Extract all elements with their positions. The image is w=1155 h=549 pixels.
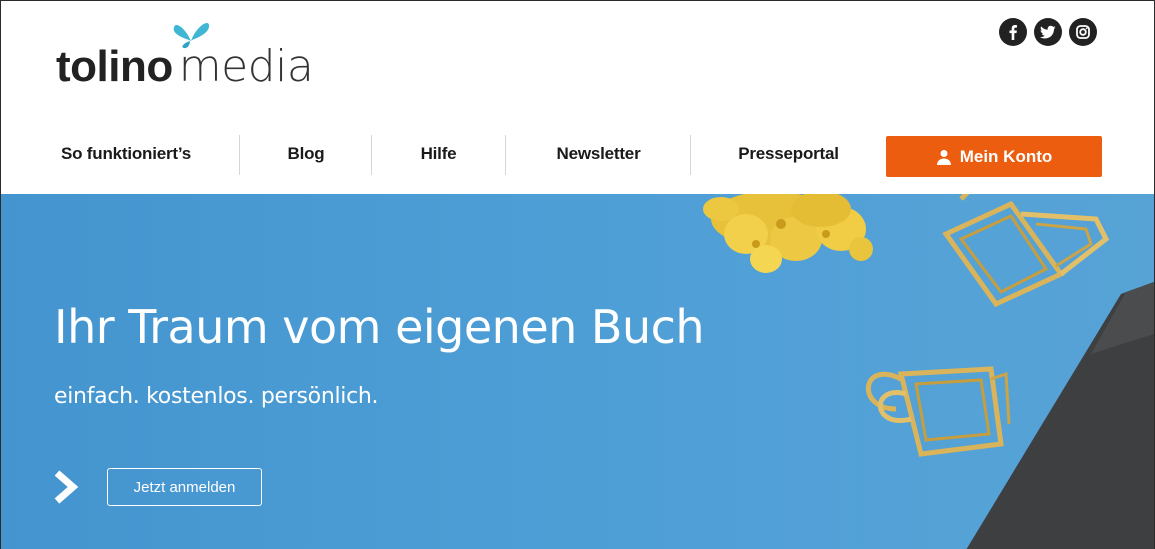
jetzt-anmelden-button[interactable]: Jetzt anmelden [107, 468, 262, 506]
facebook-icon[interactable] [999, 18, 1027, 46]
nav-divider [505, 135, 506, 175]
user-icon [936, 149, 951, 165]
logo-text-light: media [178, 41, 314, 92]
flower-decoration [703, 194, 873, 273]
nav-divider [371, 135, 372, 175]
site-header: tolino media So funktioniert’s Blog Hilf… [1, 1, 1154, 194]
main-nav: So funktioniert’s Blog Hilfe Newsletter … [1, 131, 1154, 177]
nav-item-blog[interactable]: Blog [251, 131, 361, 177]
nav-item-hilfe[interactable]: Hilfe [386, 131, 491, 177]
nav-divider [690, 135, 691, 175]
instagram-icon[interactable] [1069, 18, 1097, 46]
nav-item-so-funktionierts[interactable]: So funktioniert’s [41, 131, 211, 177]
hero-title: Ihr Traum vom eigenen Buch [54, 300, 705, 354]
social-links [999, 18, 1097, 46]
logo-text-bold: tolino [56, 42, 173, 91]
twitter-icon[interactable] [1034, 18, 1062, 46]
tolino-media-logo[interactable]: tolino media [56, 19, 314, 92]
chevron-right-icon[interactable] [53, 470, 79, 504]
nav-item-newsletter[interactable]: Newsletter [521, 131, 676, 177]
butterfly-icon [173, 22, 210, 49]
nav-divider [239, 135, 240, 175]
binder-clip-top [942, 194, 1110, 308]
nav-item-presseportal[interactable]: Presseportal [706, 131, 871, 177]
mein-konto-button[interactable]: Mein Konto [886, 136, 1102, 177]
hero-subtitle: einfach. kostenlos. persönlich. [54, 384, 379, 409]
binder-clip-bottom [866, 366, 1011, 457]
page-frame: tolino media So funktioniert’s Blog Hilf… [0, 0, 1155, 549]
hero-banner: Ihr Traum vom eigenen Buch einfach. kost… [1, 194, 1154, 549]
mein-konto-label: Mein Konto [959, 146, 1053, 166]
